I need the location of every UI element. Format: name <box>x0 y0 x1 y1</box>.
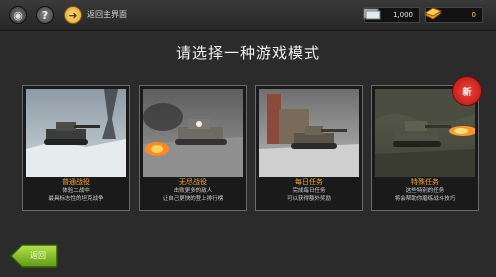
mode-card-campaign[interactable]: 普通战役 体验二战中 最具标志性的坦克战争 <box>22 85 130 211</box>
help-icon[interactable]: ? <box>36 6 54 24</box>
mode-desc-line2: 可以获得额外奖励 <box>286 196 331 202</box>
mode-card-endless[interactable]: 无尽战役 击败更多的敌人 让自己更快的登上排行榜 <box>139 85 247 211</box>
mode-desc-line1: 这些特别的任务 <box>405 188 445 194</box>
mode-desc-line1: 体验二战中 <box>62 188 90 194</box>
mode-caption: 普通战役 体验二战中 最具标志性的坦克战争 <box>26 178 126 203</box>
back-button[interactable]: 返回 <box>9 244 58 268</box>
mode-desc-line1: 击败更多的敌人 <box>173 188 213 194</box>
mode-desc-line2: 让自己更快的登上排行榜 <box>162 196 224 202</box>
mode-art-campaign <box>26 89 126 177</box>
mode-card-daily[interactable]: 每日任务 完成每日任务 可以获得额外奖励 <box>255 85 363 211</box>
top-bar: ◉ ? ➜ 返回主界面 1,000 0 <box>0 0 496 31</box>
mode-desc-line2: 将会帮助你磨练战斗技巧 <box>394 196 456 202</box>
main-menu-label[interactable]: 返回主界面 <box>87 9 127 20</box>
mode-title: 每日任务 <box>295 178 323 186</box>
silver-icon <box>363 8 381 20</box>
mode-desc-line1: 完成每日任务 <box>292 188 326 194</box>
mode-desc-line2: 最具标志性的坦克战争 <box>48 196 104 202</box>
gold-counter[interactable]: 0 <box>423 7 483 23</box>
mode-caption: 每日任务 完成每日任务 可以获得额外奖励 <box>259 178 359 203</box>
mode-caption: 特殊任务 这些特别的任务 将会帮助你磨练战斗技巧 <box>375 178 475 203</box>
gold-value: 0 <box>471 11 476 19</box>
mode-title: 普通战役 <box>62 178 90 186</box>
back-button-label: 返回 <box>30 251 46 260</box>
game-logo-icon[interactable]: ◉ <box>9 6 27 24</box>
mode-art-daily <box>259 89 359 177</box>
back-arrow-icon[interactable]: ➜ <box>64 6 82 24</box>
mode-title: 无尽战役 <box>179 178 207 186</box>
silver-value: 1,000 <box>392 11 413 19</box>
new-badge: 新 <box>452 76 482 106</box>
silver-counter[interactable]: 1,000 <box>363 7 420 23</box>
gold-icon <box>423 7 443 20</box>
mode-art-endless <box>143 89 243 177</box>
mode-caption: 无尽战役 击败更多的敌人 让自己更快的登上排行榜 <box>143 178 243 203</box>
page-title: 请选择一种游戏模式 <box>175 44 320 62</box>
mode-title: 特殊任务 <box>411 178 439 186</box>
